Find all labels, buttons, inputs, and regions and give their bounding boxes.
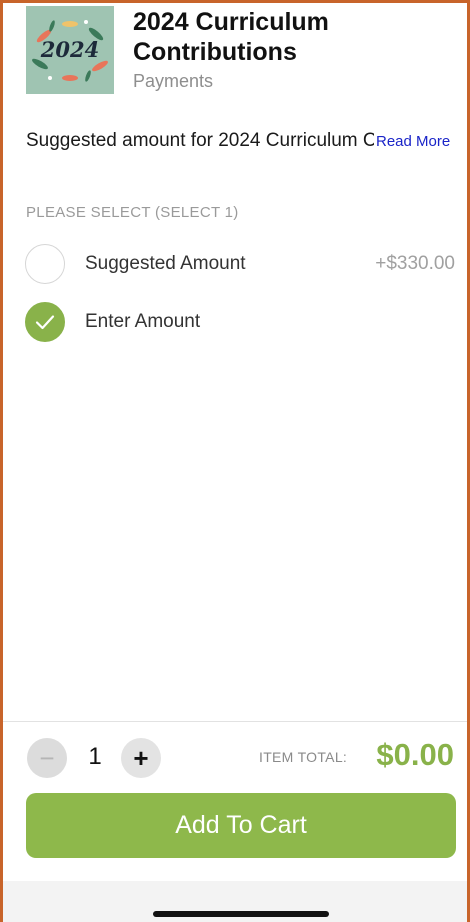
footer-divider bbox=[3, 721, 467, 722]
option-suggested-amount[interactable]: Suggested Amount +$330.00 bbox=[3, 242, 467, 286]
options-section-label: PLEASE SELECT (SELECT 1) bbox=[26, 204, 239, 221]
add-to-cart-button[interactable]: Add To Cart bbox=[26, 793, 456, 858]
option-price: +$330.00 bbox=[375, 253, 455, 274]
quantity-value: 1 bbox=[88, 743, 102, 770]
decrease-quantity-button[interactable]: − bbox=[27, 738, 67, 778]
bottom-safe-area bbox=[3, 881, 467, 922]
option-enter-amount[interactable]: Enter Amount bbox=[3, 300, 467, 344]
product-header: 2024 2024 Curriculum Contributions Payme… bbox=[3, 3, 467, 103]
radio-checked-icon[interactable] bbox=[25, 302, 65, 342]
product-title-line1: 2024 Curriculum bbox=[133, 8, 329, 36]
plus-icon: + bbox=[133, 742, 149, 773]
item-total-label: ITEM TOTAL: bbox=[259, 749, 348, 765]
app-screen: 2024 2024 Curriculum Contributions Payme… bbox=[3, 3, 467, 922]
read-more-link[interactable]: Read More bbox=[376, 133, 450, 150]
product-category: Payments bbox=[133, 71, 214, 91]
thumbnail-year: 2024 bbox=[40, 37, 100, 62]
description-text: Suggested amount for 2024 Curriculum Con… bbox=[26, 130, 374, 151]
checkmark-icon bbox=[35, 315, 55, 330]
minus-icon: − bbox=[39, 742, 55, 773]
product-thumbnail: 2024 bbox=[26, 6, 114, 94]
description-row: Suggested amount for 2024 Curriculum Con… bbox=[26, 130, 466, 156]
home-indicator[interactable] bbox=[153, 911, 329, 917]
radio-unchecked-icon[interactable] bbox=[25, 244, 65, 284]
product-title: 2024 Curriculum Contributions bbox=[133, 7, 453, 67]
option-label: Enter Amount bbox=[85, 311, 201, 332]
increase-quantity-button[interactable]: + bbox=[121, 738, 161, 778]
product-title-line2: Contributions bbox=[133, 38, 297, 66]
item-total-value: $0.00 bbox=[376, 737, 454, 772]
option-label: Suggested Amount bbox=[85, 253, 246, 274]
